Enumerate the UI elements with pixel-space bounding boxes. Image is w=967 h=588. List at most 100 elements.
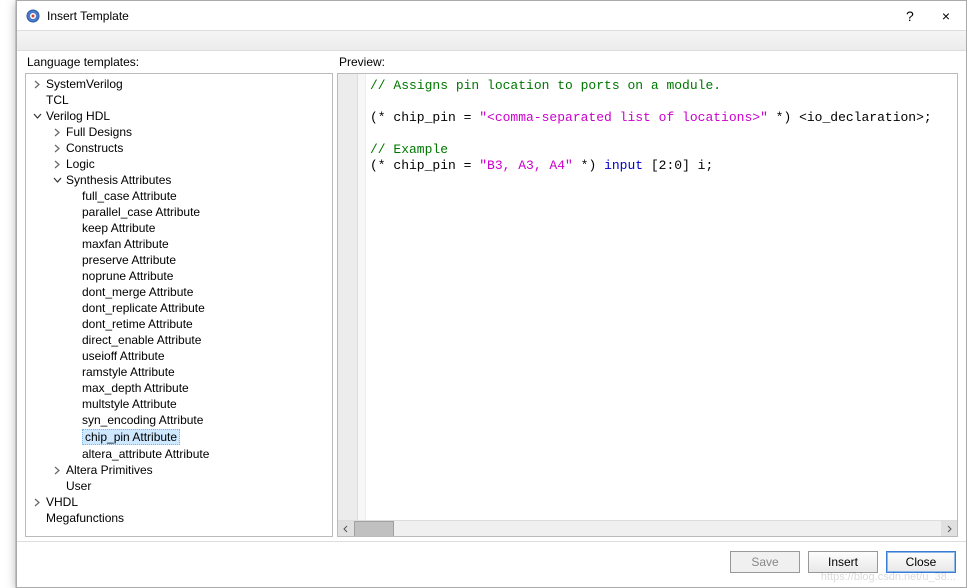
save-button[interactable]: Save xyxy=(730,551,800,573)
tree-item-label: altera_attribute Attribute xyxy=(82,447,209,461)
tree-item-label: full_case Attribute xyxy=(82,189,177,203)
chevron-none xyxy=(66,365,80,379)
tree-item[interactable]: Constructs xyxy=(26,140,332,156)
scroll-left-button[interactable] xyxy=(338,521,354,537)
tree-item[interactable]: multstyle Attribute xyxy=(26,396,332,412)
tree-item-label: keep Attribute xyxy=(82,221,155,235)
chevron-down-icon[interactable] xyxy=(30,109,44,123)
tree-item[interactable]: syn_encoding Attribute xyxy=(26,412,332,428)
content-area: Language templates: SystemVerilogTCL Veri… xyxy=(17,51,966,541)
tree-item-label: dont_replicate Attribute xyxy=(82,301,205,315)
horizontal-scrollbar[interactable] xyxy=(338,520,957,536)
tree-item[interactable]: keep Attribute xyxy=(26,220,332,236)
tree-item-label: multstyle Attribute xyxy=(82,397,177,411)
tree-item[interactable]: Logic xyxy=(26,156,332,172)
tree-item-label: parallel_case Attribute xyxy=(82,205,200,219)
code-content: // Assigns pin location to ports on a mo… xyxy=(370,78,953,174)
chevron-none xyxy=(66,285,80,299)
tree-item[interactable]: noprune Attribute xyxy=(26,268,332,284)
tree-item[interactable]: direct_enable Attribute xyxy=(26,332,332,348)
tree-item[interactable]: parallel_case Attribute xyxy=(26,204,332,220)
chevron-right-icon[interactable] xyxy=(30,77,44,91)
tree-item[interactable]: ramstyle Attribute xyxy=(26,364,332,380)
app-icon xyxy=(25,8,41,24)
tree-item[interactable]: Full Designs xyxy=(26,124,332,140)
chevron-none xyxy=(66,349,80,363)
tree-item-label: Verilog HDL xyxy=(46,109,110,123)
tree-item-label: Synthesis Attributes xyxy=(66,173,171,187)
tree-item-label: chip_pin Attribute xyxy=(82,429,180,445)
tree-item[interactable]: Altera Primitives xyxy=(26,462,332,478)
tree-item[interactable]: User xyxy=(26,478,332,494)
tree-item-label: noprune Attribute xyxy=(82,269,173,283)
tree-item-label: max_depth Attribute xyxy=(82,381,189,395)
chevron-none xyxy=(66,333,80,347)
dialog-footer: Save Insert Close xyxy=(17,541,966,581)
chevron-none xyxy=(66,413,80,427)
tree-item-label: User xyxy=(66,479,91,493)
tree-item-label: Megafunctions xyxy=(46,511,124,525)
tree-item[interactable]: dont_merge Attribute xyxy=(26,284,332,300)
preview-pane: Preview: // Assigns pin location to port… xyxy=(333,51,966,541)
chevron-none xyxy=(66,221,80,235)
chevron-none xyxy=(66,430,80,444)
tree-item-label: TCL xyxy=(46,93,69,107)
templates-label: Language templates: xyxy=(27,55,333,69)
templates-tree[interactable]: SystemVerilogTCL Verilog HDL Full DesignsC… xyxy=(25,73,333,537)
chevron-none xyxy=(66,205,80,219)
chevron-none xyxy=(66,447,80,461)
preview-editor[interactable]: // Assigns pin location to ports on a mo… xyxy=(337,73,958,537)
chevron-none xyxy=(50,479,64,493)
chevron-none xyxy=(30,93,44,107)
tree-item-label: Logic xyxy=(66,157,95,171)
chevron-none xyxy=(66,317,80,331)
tree-item[interactable]: useioff Attribute xyxy=(26,348,332,364)
close-button[interactable]: Close xyxy=(886,551,956,573)
tree-item[interactable]: Verilog HDL xyxy=(26,108,332,124)
fold-gutter xyxy=(358,74,366,520)
tree-item[interactable]: dont_retime Attribute xyxy=(26,316,332,332)
tree-item-label: ramstyle Attribute xyxy=(82,365,175,379)
tree-item[interactable]: VHDL xyxy=(26,494,332,510)
chevron-right-icon[interactable] xyxy=(50,141,64,155)
scroll-thumb[interactable] xyxy=(354,521,394,537)
chevron-down-icon[interactable] xyxy=(50,173,64,187)
chevron-right-icon[interactable] xyxy=(50,463,64,477)
tree-item[interactable]: preserve Attribute xyxy=(26,252,332,268)
tree-item[interactable]: maxfan Attribute xyxy=(26,236,332,252)
insert-button[interactable]: Insert xyxy=(808,551,878,573)
tree-item[interactable]: Synthesis Attributes xyxy=(26,172,332,188)
chevron-right-icon[interactable] xyxy=(30,495,44,509)
chevron-none xyxy=(30,511,44,525)
tree-item[interactable]: chip_pin Attribute xyxy=(26,428,332,446)
chevron-none xyxy=(66,397,80,411)
tree-item-label: VHDL xyxy=(46,495,78,509)
close-window-button[interactable]: × xyxy=(934,4,958,28)
tree-item[interactable]: SystemVerilog xyxy=(26,76,332,92)
tree-item[interactable]: max_depth Attribute xyxy=(26,380,332,396)
help-button[interactable]: ? xyxy=(898,4,922,28)
tree-item-label: Full Designs xyxy=(66,125,132,139)
tree-item[interactable]: altera_attribute Attribute xyxy=(26,446,332,462)
chevron-right-icon[interactable] xyxy=(50,157,64,171)
titlebar: Insert Template ? × xyxy=(17,1,966,31)
tree-item[interactable]: full_case Attribute xyxy=(26,188,332,204)
tree-item-label: Altera Primitives xyxy=(66,463,153,477)
tree-item-label: useioff Attribute xyxy=(82,349,165,363)
scroll-right-button[interactable] xyxy=(941,521,957,537)
line-gutter xyxy=(338,74,358,520)
tree-item[interactable]: Megafunctions xyxy=(26,510,332,526)
background-editor-sliver xyxy=(0,0,16,588)
window-title: Insert Template xyxy=(47,9,898,23)
tree-item-label: dont_merge Attribute xyxy=(82,285,193,299)
templates-pane: Language templates: SystemVerilogTCL Veri… xyxy=(17,51,333,541)
scroll-track[interactable] xyxy=(354,521,941,537)
tree-item[interactable]: dont_replicate Attribute xyxy=(26,300,332,316)
chevron-none xyxy=(66,301,80,315)
tree-item[interactable]: TCL xyxy=(26,92,332,108)
tree-item-label: direct_enable Attribute xyxy=(82,333,201,347)
chevron-right-icon[interactable] xyxy=(50,125,64,139)
chevron-none xyxy=(66,381,80,395)
chevron-none xyxy=(66,269,80,283)
chevron-none xyxy=(66,237,80,251)
